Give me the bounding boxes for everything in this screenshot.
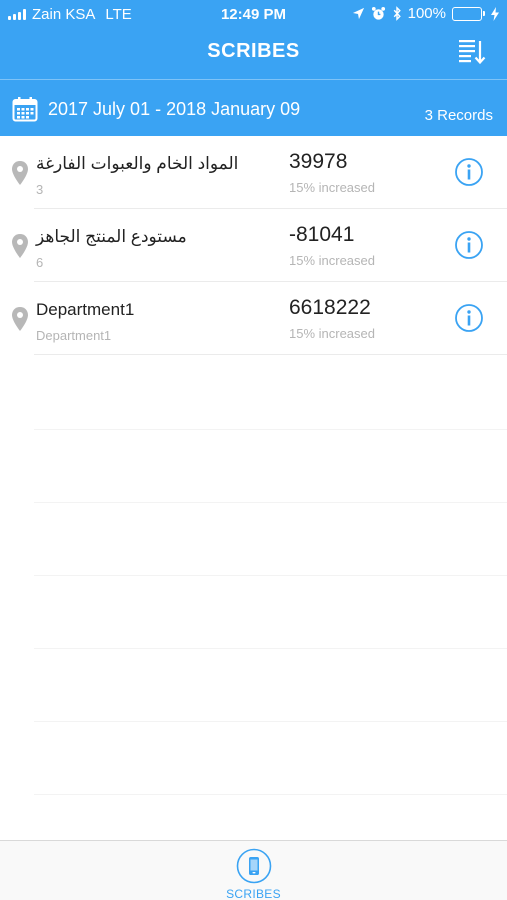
tab-label: SCRIBES bbox=[226, 887, 281, 900]
item-change: 15% increased bbox=[289, 180, 375, 195]
item-name: المواد الخام والعبوات الفارغة bbox=[36, 154, 239, 173]
empty-row-divider bbox=[34, 721, 507, 722]
list-item[interactable]: مستودع المنتج الجاهز 6 -81041 15% increa… bbox=[0, 209, 507, 282]
info-icon[interactable] bbox=[454, 230, 484, 260]
empty-row-divider bbox=[34, 575, 507, 576]
item-subtitle: 6 bbox=[36, 255, 44, 270]
battery-icon bbox=[452, 6, 485, 21]
records-list: المواد الخام والعبوات الفارغة 3 39978 15… bbox=[0, 136, 507, 355]
tab-scribes[interactable]: SCRIBES bbox=[0, 848, 507, 900]
page-title: SCRIBES bbox=[207, 40, 300, 62]
item-value: 6618222 bbox=[289, 296, 371, 319]
battery-percent: 100% bbox=[407, 5, 446, 22]
location-arrow-icon bbox=[352, 7, 364, 20]
bluetooth-icon bbox=[393, 6, 401, 21]
list-item[interactable]: Department1 Department1 6618222 15% incr… bbox=[0, 282, 507, 355]
date-range-selector[interactable]: 2017 July 01 - 2018 January 09 bbox=[12, 96, 300, 122]
app-header: Zain KSA LTE 12:49 PM 100% SCRIBES 2017 … bbox=[0, 0, 507, 136]
location-pin-icon bbox=[12, 161, 28, 185]
phone-device-icon bbox=[236, 848, 271, 884]
alarm-clock-icon bbox=[371, 6, 385, 20]
item-change: 15% increased bbox=[289, 253, 375, 268]
empty-row-divider bbox=[34, 429, 507, 430]
item-subtitle: 3 bbox=[36, 182, 44, 197]
row-divider bbox=[34, 354, 507, 355]
item-name: مستودع المنتج الجاهز bbox=[36, 227, 187, 246]
date-range-text: 2017 July 01 - 2018 January 09 bbox=[48, 98, 301, 119]
info-icon[interactable] bbox=[454, 157, 484, 187]
item-subtitle: Department1 bbox=[36, 328, 112, 343]
item-change: 15% increased bbox=[289, 326, 375, 341]
calendar-icon bbox=[12, 97, 38, 122]
status-right: 100% bbox=[352, 5, 499, 22]
location-pin-icon bbox=[12, 234, 28, 258]
sort-list-icon[interactable] bbox=[457, 37, 487, 67]
tab-bar: SCRIBES bbox=[0, 840, 507, 900]
item-value: -81041 bbox=[289, 223, 355, 246]
item-name: Department1 bbox=[36, 300, 135, 319]
empty-row-divider bbox=[34, 648, 507, 649]
location-pin-icon bbox=[12, 307, 28, 331]
status-bar: Zain KSA LTE 12:49 PM 100% bbox=[0, 0, 507, 28]
charging-bolt-icon bbox=[491, 6, 499, 21]
item-value: 39978 bbox=[289, 150, 348, 173]
records-count: 3 Records bbox=[424, 107, 493, 124]
info-icon[interactable] bbox=[454, 303, 484, 333]
list-item[interactable]: المواد الخام والعبوات الفارغة 3 39978 15… bbox=[0, 136, 507, 209]
nav-divider bbox=[0, 79, 507, 80]
empty-row-divider bbox=[34, 794, 507, 795]
empty-row-divider bbox=[34, 502, 507, 503]
